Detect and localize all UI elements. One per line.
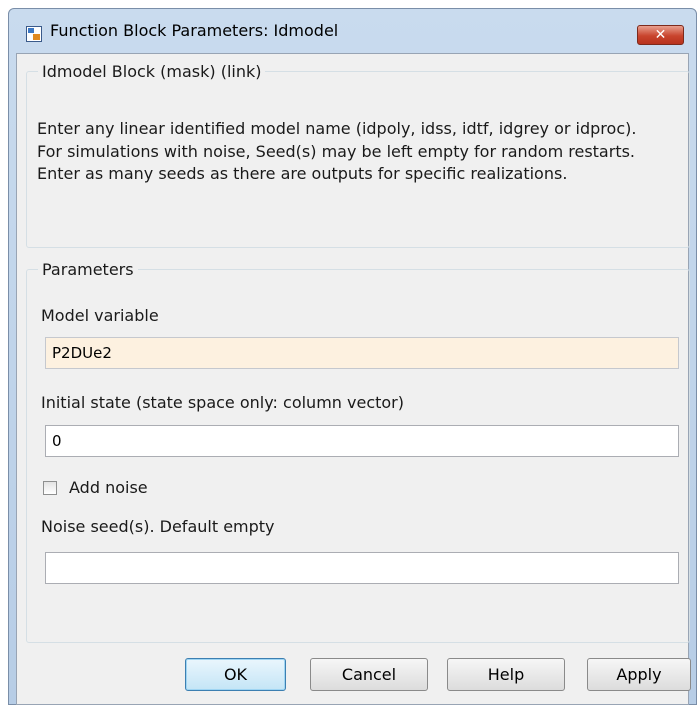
ok-button[interactable]: OK [185,658,286,691]
title-bar[interactable]: Function Block Parameters: Idmodel ✕ [9,9,696,53]
add-noise-checkbox[interactable] [43,481,57,495]
dialog-window: Function Block Parameters: Idmodel ✕ Idm… [8,8,697,705]
block-description-group: Idmodel Block (mask) (link) Enter any li… [26,62,690,248]
initial-state-label: Initial state (state space only: column … [41,393,404,412]
model-variable-input[interactable] [45,337,679,369]
noise-seed-input[interactable] [45,552,679,584]
initial-state-input[interactable] [45,425,679,457]
cancel-button[interactable]: Cancel [310,658,428,691]
description-line: Enter any linear identified model name (… [37,119,637,138]
parameters-legend: Parameters [42,260,134,279]
add-noise-label[interactable]: Add noise [69,478,148,497]
help-button[interactable]: Help [447,658,565,691]
noise-seed-label: Noise seed(s). Default empty [41,517,275,536]
close-icon: ✕ [654,27,667,43]
close-button[interactable]: ✕ [637,25,684,45]
description-line: Enter as many seeds as there are outputs… [37,164,568,183]
simulink-block-icon [26,26,42,42]
apply-button[interactable]: Apply [587,658,691,691]
description-line: For simulations with noise, Seed(s) may … [37,141,636,161]
block-description: Enter any linear identified model name (… [37,118,667,186]
block-description-legend: Idmodel Block (mask) (link) [42,62,262,81]
dialog-content: Idmodel Block (mask) (link) Enter any li… [16,53,690,705]
window-title: Function Block Parameters: Idmodel [50,21,339,40]
model-variable-label: Model variable [41,306,159,325]
